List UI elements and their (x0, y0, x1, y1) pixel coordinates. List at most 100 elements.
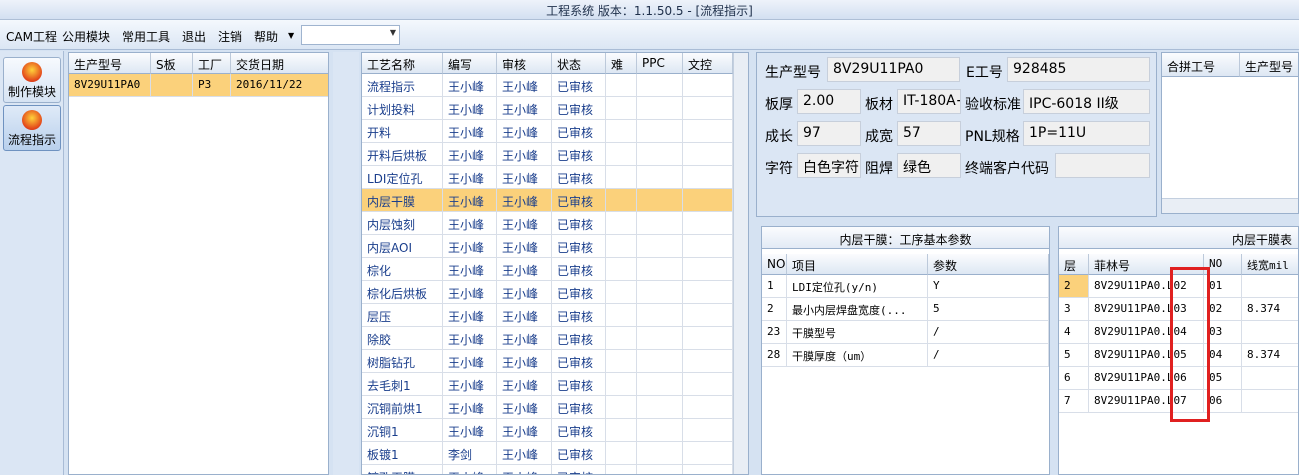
toolbar-combo[interactable]: ▼ (301, 25, 400, 45)
process-name-cell[interactable]: 开料 (362, 120, 443, 143)
process-cell[interactable] (637, 235, 683, 258)
sidebar-item-process[interactable]: 流程指示 (3, 105, 61, 151)
process-cell[interactable]: 已审核 (552, 166, 606, 189)
process-cell[interactable]: 王小峰 (443, 143, 497, 166)
process-name-cell[interactable]: 层压 (362, 304, 443, 327)
order-cell[interactable]: 2016/11/22 (231, 74, 328, 97)
process-cell[interactable] (683, 442, 733, 465)
splitter[interactable] (333, 52, 359, 475)
process-name-cell[interactable]: 内层AOI (362, 235, 443, 258)
process-cell[interactable] (606, 189, 637, 212)
process-cell[interactable]: 王小峰 (443, 258, 497, 281)
process-cell[interactable] (683, 189, 733, 212)
process-cell[interactable]: 李剑 (443, 442, 497, 465)
process-cell[interactable]: 王小峰 (443, 396, 497, 419)
process-cell[interactable]: 王小峰 (497, 396, 552, 419)
process-cell[interactable] (683, 419, 733, 442)
process-col-ppc[interactable]: PPC (637, 53, 683, 74)
menu-logout[interactable]: 注销 (218, 28, 242, 45)
process-cell[interactable]: 王小峰 (443, 212, 497, 235)
layer-col-linewidth[interactable]: 线宽mil (1242, 254, 1298, 275)
process-cell[interactable]: 王小峰 (497, 327, 552, 350)
mask-field[interactable]: 绿色 (897, 153, 961, 178)
process-name-cell[interactable]: 板镀1 (362, 442, 443, 465)
layer-cell[interactable] (1242, 275, 1298, 298)
layer-cell[interactable]: 2 (1059, 275, 1089, 298)
process-cell[interactable] (637, 350, 683, 373)
process-cell[interactable] (683, 281, 733, 304)
process-cell[interactable] (683, 97, 733, 120)
process-cell[interactable]: 王小峰 (497, 189, 552, 212)
merge-hscrollbar[interactable] (1162, 198, 1298, 213)
process-cell[interactable] (683, 120, 733, 143)
process-cell[interactable]: 已审核 (552, 350, 606, 373)
process-cell[interactable]: 已审核 (552, 143, 606, 166)
process-cell[interactable] (683, 396, 733, 419)
process-cell[interactable] (606, 350, 637, 373)
process-cell[interactable]: 王小峰 (443, 281, 497, 304)
process-name-cell[interactable]: 棕化 (362, 258, 443, 281)
process-cell[interactable]: 王小峰 (443, 465, 497, 474)
order-cell[interactable]: 8V29U11PA0 (69, 74, 151, 97)
process-cell[interactable]: 王小峰 (497, 74, 552, 97)
process-cell[interactable]: 王小峰 (497, 281, 552, 304)
process-name-cell[interactable]: 除胶 (362, 327, 443, 350)
process-cell[interactable]: 王小峰 (443, 74, 497, 97)
order-col-s[interactable]: S板 (151, 53, 193, 74)
process-col-difficulty[interactable]: 难 (606, 53, 637, 74)
menu-exit[interactable]: 退出 (182, 28, 206, 45)
layer-cell[interactable] (1242, 390, 1298, 413)
process-cell[interactable]: 王小峰 (443, 235, 497, 258)
process-name-cell[interactable]: 去毛刺1 (362, 373, 443, 396)
process-cell[interactable] (683, 166, 733, 189)
process-cell[interactable]: 王小峰 (443, 166, 497, 189)
process-cell[interactable]: 王小峰 (497, 97, 552, 120)
process-cell[interactable] (637, 327, 683, 350)
len-field[interactable]: 97 (797, 121, 861, 146)
process-cell[interactable] (683, 143, 733, 166)
process-cell[interactable] (606, 465, 637, 474)
process-cell[interactable] (637, 465, 683, 474)
process-cell[interactable] (606, 212, 637, 235)
process-name-cell[interactable]: 流程指示 (362, 74, 443, 97)
process-cell[interactable] (606, 143, 637, 166)
wid-field[interactable]: 57 (897, 121, 961, 146)
process-col-doc[interactable]: 文控 (683, 53, 733, 74)
process-cell[interactable] (683, 327, 733, 350)
process-name-cell[interactable]: 计划投料 (362, 97, 443, 120)
process-cell[interactable]: 王小峰 (443, 304, 497, 327)
process-cell[interactable] (606, 97, 637, 120)
process-cell[interactable]: 已审核 (552, 373, 606, 396)
process-cell[interactable]: 已审核 (552, 97, 606, 120)
process-cell[interactable] (606, 120, 637, 143)
process-scrollbar[interactable] (733, 53, 748, 474)
process-cell[interactable]: 王小峰 (497, 419, 552, 442)
process-name-cell[interactable]: LDI定位孔 (362, 166, 443, 189)
process-cell[interactable]: 王小峰 (443, 97, 497, 120)
process-cell[interactable]: 王小峰 (443, 419, 497, 442)
layer-cell[interactable] (1242, 321, 1298, 344)
menu-cam[interactable]: CAM工程 (6, 28, 57, 45)
order-col-factory[interactable]: 工厂 (193, 53, 231, 74)
process-cell[interactable]: 王小峰 (497, 304, 552, 327)
process-col-status[interactable]: 状态 (552, 53, 606, 74)
process-name-cell[interactable]: 棕化后烘板 (362, 281, 443, 304)
process-cell[interactable] (606, 396, 637, 419)
process-cell[interactable] (637, 419, 683, 442)
process-cell[interactable] (683, 74, 733, 97)
process-col-reviewer[interactable]: 审核 (497, 53, 552, 74)
process-cell[interactable]: 王小峰 (497, 258, 552, 281)
process-cell[interactable] (637, 74, 683, 97)
process-cell[interactable]: 王小峰 (497, 373, 552, 396)
process-cell[interactable] (606, 258, 637, 281)
params-cell[interactable]: 最小内层焊盘宽度(... (787, 298, 928, 321)
process-cell[interactable] (637, 189, 683, 212)
process-cell[interactable]: 王小峰 (497, 166, 552, 189)
process-cell[interactable] (606, 281, 637, 304)
params-cell[interactable]: / (928, 344, 1049, 367)
sidebar-item-production[interactable]: 制作模块 (3, 57, 61, 103)
process-cell[interactable] (637, 166, 683, 189)
process-cell[interactable] (637, 97, 683, 120)
process-cell[interactable]: 已审核 (552, 120, 606, 143)
params-cell[interactable]: 23 (762, 321, 787, 344)
